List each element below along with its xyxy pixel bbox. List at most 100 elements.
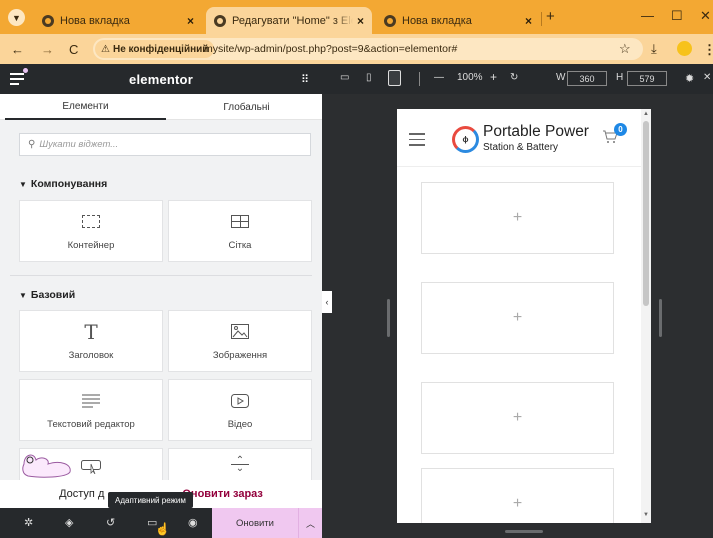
browser-tab-2[interactable]: Редагувати "Home" з Elementor × xyxy=(206,7,372,34)
close-icon[interactable]: × xyxy=(357,14,364,28)
address-bar: ← → C ⚠ Не конфіденційний mysite/wp-admi… xyxy=(0,34,713,64)
elementor-logo: elementor xyxy=(129,72,193,87)
security-label: Не конфіденційний xyxy=(112,43,209,55)
browser-tab-3[interactable]: Нова вкладка × xyxy=(376,7,540,34)
mouse-pointer-icon: ☝ xyxy=(155,522,170,536)
widget-label: Заголовок xyxy=(68,349,114,361)
tab-strip: ▼ Нова вкладка × Редагувати "Home" з Ele… xyxy=(0,0,713,34)
empty-container[interactable]: + xyxy=(421,182,614,254)
widget-label: Зображення xyxy=(212,349,268,361)
url-text[interactable]: mysite/wp-admin/post.php?post=9&action=e… xyxy=(204,43,457,55)
resize-handle-right[interactable] xyxy=(659,299,662,337)
widget-video[interactable]: Відео xyxy=(168,379,312,441)
brand-logo-icon[interactable]: ϕ xyxy=(452,126,479,153)
panel-body: ⚲ Шукати віджет... ▼ Компонування Контейн… xyxy=(0,120,322,510)
image-icon xyxy=(231,322,249,342)
omnibox[interactable]: ⚠ Не конфіденційний mysite/wp-admin/post… xyxy=(93,38,643,60)
width-label: W xyxy=(556,72,566,83)
security-chip[interactable]: ⚠ Не конфіденційний xyxy=(95,40,215,58)
maximize-icon[interactable]: ☐ xyxy=(671,8,683,24)
menu-icon[interactable]: ⋮ xyxy=(703,42,713,58)
mobile-icon[interactable] xyxy=(388,70,401,86)
empty-container[interactable]: + xyxy=(421,382,614,454)
panel-tabs: Елементи Глобальні xyxy=(0,94,322,120)
minimize-icon[interactable]: — xyxy=(641,8,654,23)
bottom-resize-handle[interactable] xyxy=(505,530,543,533)
empty-container[interactable]: + xyxy=(421,468,614,523)
zoom-out-button[interactable]: — xyxy=(434,72,444,83)
widget-heading[interactable]: T Заголовок xyxy=(19,310,163,372)
download-icon[interactable]: ⤓ xyxy=(651,41,657,57)
cart-count-badge: 0 xyxy=(614,123,627,136)
preview-scrollbar[interactable]: ▲ ▼ xyxy=(641,109,651,523)
scroll-up-arrow[interactable]: ▲ xyxy=(643,111,649,117)
new-tab-button[interactable]: + xyxy=(546,8,555,25)
update-button-label: Оновити xyxy=(236,517,274,529)
close-icon[interactable]: × xyxy=(187,14,194,28)
zoom-level: 100% xyxy=(457,72,483,83)
widget-search[interactable]: ⚲ Шукати віджет... xyxy=(19,133,311,156)
toolbar-separator xyxy=(419,72,420,86)
update-button[interactable]: Оновити xyxy=(212,508,298,538)
add-element-icon[interactable]: + xyxy=(513,309,522,327)
divider-icon: ⌃ ⌄ xyxy=(231,456,249,477)
browser-tab-label: Нова вкладка xyxy=(402,14,472,27)
update-options-button[interactable]: ︿ xyxy=(298,508,322,538)
reload-icon[interactable]: C xyxy=(69,42,78,57)
section-title-layout[interactable]: ▼ Компонування xyxy=(19,178,107,190)
widget-text-editor[interactable]: Текстовий редактор xyxy=(19,379,163,441)
layers-icon[interactable]: ◈ xyxy=(65,516,73,529)
back-arrow-icon[interactable]: ← xyxy=(11,42,24,57)
hamburger-icon[interactable] xyxy=(409,133,425,146)
section-title-basic[interactable]: ▼ Базовий xyxy=(19,289,75,301)
reset-zoom-icon[interactable]: ↻ xyxy=(510,72,518,83)
site-header: ϕ Portable Power Station & Battery 0 xyxy=(397,109,641,167)
star-icon[interactable]: ☆ xyxy=(619,41,631,57)
add-element-icon[interactable]: + xyxy=(513,409,522,427)
history-icon[interactable]: ↺ xyxy=(106,516,115,529)
gear-icon[interactable]: ✹ xyxy=(685,72,694,85)
button-icon xyxy=(81,457,101,477)
scroll-down-arrow[interactable]: ▼ xyxy=(643,512,649,518)
collapse-panel-handle[interactable]: ‹ xyxy=(322,291,332,313)
grid-icon[interactable]: ⠿ xyxy=(301,73,309,86)
height-input[interactable]: 579 xyxy=(627,71,667,86)
widget-container[interactable]: Контейнер xyxy=(19,200,163,262)
widget-label: Відео xyxy=(227,418,253,430)
tooltip: Адаптивний режим xyxy=(108,492,193,508)
search-input[interactable]: Шукати віджет... xyxy=(39,139,118,150)
heading-icon: T xyxy=(84,319,98,344)
scrollbar-thumb[interactable] xyxy=(643,121,649,306)
widget-grid[interactable]: Сітка xyxy=(168,200,312,262)
tab-elements[interactable]: Елементи xyxy=(5,94,166,120)
tab-search-button[interactable]: ▼ xyxy=(8,9,25,26)
widget-label: Сітка xyxy=(228,239,252,251)
desktop-icon[interactable]: ▭ xyxy=(340,72,349,83)
add-element-icon[interactable]: + xyxy=(513,495,522,513)
tab-global[interactable]: Глобальні xyxy=(166,94,327,120)
empty-container[interactable]: + xyxy=(421,282,614,354)
width-input[interactable]: 360 xyxy=(567,71,607,86)
profile-avatar[interactable] xyxy=(677,41,692,56)
tablet-icon[interactable]: ▯ xyxy=(366,72,372,83)
widget-image[interactable]: Зображення xyxy=(168,310,312,372)
preview-eye-icon[interactable]: ◉ xyxy=(188,516,198,529)
zoom-in-button[interactable]: + xyxy=(490,70,497,84)
browser-tab-1[interactable]: Нова вкладка × xyxy=(34,7,202,34)
resize-handle-left[interactable] xyxy=(387,299,390,337)
widget-label: Текстовий редактор xyxy=(47,418,135,430)
warning-icon: ⚠ xyxy=(101,43,110,55)
widget-label: Контейнер xyxy=(67,239,115,251)
close-icon[interactable]: ✕ xyxy=(703,72,711,83)
update-now-link[interactable]: Оновити зараз xyxy=(182,488,263,500)
forward-arrow-icon[interactable]: → xyxy=(41,42,54,57)
chrome-icon xyxy=(384,14,396,27)
panel-footer: ✲ ◈ ↺ ▭ ☝ ◉ Оновити ︿ xyxy=(0,508,322,538)
chrome-icon xyxy=(214,14,226,27)
brand-title[interactable]: Portable Power xyxy=(483,123,589,141)
container-icon xyxy=(82,212,100,232)
add-element-icon[interactable]: + xyxy=(513,209,522,227)
close-icon[interactable]: × xyxy=(525,14,532,28)
settings-icon[interactable]: ✲ xyxy=(24,516,33,529)
window-close-icon[interactable]: ✕ xyxy=(700,8,711,24)
